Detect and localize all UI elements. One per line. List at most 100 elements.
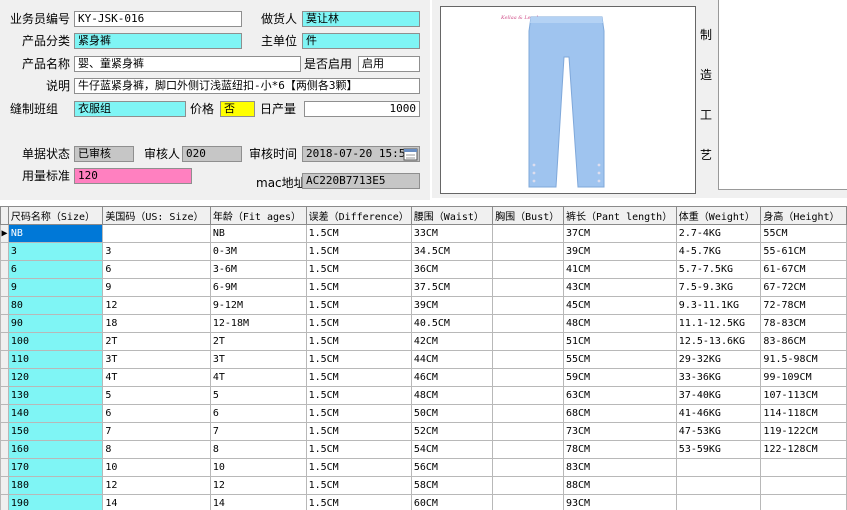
table-cell[interactable]: 120 bbox=[7, 368, 104, 387]
row-selector[interactable] bbox=[0, 242, 9, 261]
table-cell[interactable]: 63CM bbox=[562, 386, 677, 405]
price-field[interactable]: 否 bbox=[220, 101, 255, 117]
maker-field[interactable]: 莫让林 bbox=[302, 11, 420, 27]
table-cell[interactable] bbox=[492, 260, 564, 279]
size-grid[interactable]: 尺码名称（Size） 美国码（US: Size） 年龄（Fit ages） 误差… bbox=[0, 206, 847, 510]
table-cell[interactable]: 9.3-11.1KG bbox=[675, 296, 762, 315]
product-photo[interactable]: Kellaa & Leyah bbox=[440, 6, 696, 194]
table-row[interactable]: 80 12 9-12M 1.5CM 39CM 45CM 9.3-11.1KG 72-78CM bbox=[0, 296, 847, 315]
table-cell[interactable]: 33CM bbox=[410, 224, 494, 243]
table-cell[interactable]: 6 bbox=[102, 404, 211, 423]
row-selector[interactable] bbox=[0, 332, 9, 351]
row-selector[interactable] bbox=[0, 296, 9, 315]
table-cell[interactable]: 72-78CM bbox=[760, 296, 847, 315]
row-selector[interactable] bbox=[0, 368, 9, 387]
table-cell[interactable] bbox=[675, 476, 762, 495]
unit-field[interactable]: 件 bbox=[302, 33, 420, 49]
table-cell[interactable]: 11.1-12.5KG bbox=[675, 314, 762, 333]
table-cell[interactable]: 91.5-98CM bbox=[760, 350, 847, 369]
table-cell[interactable]: 52CM bbox=[410, 422, 494, 441]
table-cell[interactable]: 5.7-7.5KG bbox=[675, 260, 762, 279]
table-cell[interactable]: 10 bbox=[209, 458, 307, 477]
row-selector[interactable] bbox=[0, 458, 9, 477]
row-selector[interactable] bbox=[0, 404, 9, 423]
table-cell[interactable]: 39CM bbox=[562, 242, 677, 261]
table-cell[interactable] bbox=[492, 278, 564, 297]
table-cell[interactable]: 67-72CM bbox=[760, 278, 847, 297]
table-cell[interactable]: 59CM bbox=[562, 368, 677, 387]
enabled-field[interactable]: 启用 bbox=[358, 56, 420, 72]
table-cell[interactable]: 10 bbox=[102, 458, 211, 477]
table-cell[interactable]: 1.5CM bbox=[305, 494, 412, 510]
table-cell[interactable]: 6 bbox=[7, 260, 104, 279]
table-cell[interactable]: 83-86CM bbox=[760, 332, 847, 351]
table-cell[interactable]: 114-118CM bbox=[760, 404, 847, 423]
table-row[interactable]: 6 6 3-6M 1.5CM 36CM 41CM 5.7-7.5KG 61-67CM bbox=[0, 260, 847, 279]
table-cell[interactable]: 12 bbox=[102, 296, 211, 315]
table-cell[interactable]: 37CM bbox=[562, 224, 677, 243]
table-cell[interactable]: 8 bbox=[209, 440, 307, 459]
table-cell[interactable]: 50CM bbox=[410, 404, 494, 423]
calendar-icon[interactable] bbox=[403, 147, 418, 161]
table-cell[interactable]: 56CM bbox=[410, 458, 494, 477]
row-selector[interactable] bbox=[0, 314, 9, 333]
table-cell[interactable] bbox=[492, 494, 564, 510]
table-cell[interactable]: 43CM bbox=[562, 278, 677, 297]
table-cell[interactable]: 51CM bbox=[562, 332, 677, 351]
table-cell[interactable]: 1.5CM bbox=[305, 368, 412, 387]
table-cell[interactable]: 73CM bbox=[562, 422, 677, 441]
table-cell[interactable]: 34.5CM bbox=[410, 242, 494, 261]
table-cell[interactable]: 6 bbox=[209, 404, 307, 423]
table-cell[interactable]: 54CM bbox=[410, 440, 494, 459]
table-cell[interactable]: 5 bbox=[209, 386, 307, 405]
table-row[interactable]: 90 18 12-18M 1.5CM 40.5CM 48CM 11.1-12.5KG 78-8… bbox=[0, 314, 847, 333]
table-cell[interactable]: 1.5CM bbox=[305, 224, 412, 243]
table-cell[interactable]: 1.5CM bbox=[305, 332, 412, 351]
table-cell[interactable]: 44CM bbox=[410, 350, 494, 369]
table-cell[interactable]: 14 bbox=[209, 494, 307, 510]
table-cell[interactable]: 8 bbox=[102, 440, 211, 459]
table-cell[interactable]: 90 bbox=[7, 314, 104, 333]
row-selector[interactable] bbox=[0, 440, 9, 459]
table-cell[interactable] bbox=[492, 224, 564, 243]
table-cell[interactable]: 6 bbox=[102, 260, 211, 279]
table-cell[interactable]: 12-18M bbox=[209, 314, 307, 333]
table-row[interactable]: 100 2T 2T 1.5CM 42CM 51CM 12.5-13.6KG 83-86CM bbox=[0, 332, 847, 351]
table-cell[interactable] bbox=[492, 458, 564, 477]
current-row-marker[interactable]: ▶ bbox=[0, 224, 9, 243]
table-cell[interactable]: 39CM bbox=[410, 296, 494, 315]
table-row[interactable]: 9 9 6-9M 1.5CM 37.5CM 43CM 7.5-9.3KG 67-72CM bbox=[0, 278, 847, 297]
table-row[interactable]: 110 3T 3T 1.5CM 44CM 55CM 29-32KG 91.5-98CM bbox=[0, 350, 847, 369]
salesman-no-field[interactable]: KY-JSK-016 bbox=[74, 11, 242, 27]
table-cell[interactable]: 37.5CM bbox=[410, 278, 494, 297]
table-cell[interactable]: 68CM bbox=[562, 404, 677, 423]
table-cell[interactable] bbox=[492, 422, 564, 441]
table-cell[interactable]: 1.5CM bbox=[305, 476, 412, 495]
table-row[interactable]: 3 3 0-3M 1.5CM 34.5CM 39CM 4-5.7KG 55-61CM bbox=[0, 242, 847, 261]
table-cell[interactable]: 7.5-9.3KG bbox=[675, 278, 762, 297]
daily-output-field[interactable]: 1000 bbox=[304, 101, 420, 117]
table-cell[interactable]: 78-83CM bbox=[760, 314, 847, 333]
column-header[interactable]: 体重（Weight） bbox=[675, 206, 762, 225]
table-cell[interactable]: 3 bbox=[7, 242, 104, 261]
table-cell[interactable] bbox=[492, 242, 564, 261]
column-header[interactable]: 误差（Difference） bbox=[305, 206, 412, 225]
table-cell[interactable] bbox=[492, 350, 564, 369]
table-cell[interactable]: 3T bbox=[209, 350, 307, 369]
table-cell[interactable] bbox=[492, 296, 564, 315]
table-cell[interactable] bbox=[492, 332, 564, 351]
row-selector[interactable] bbox=[0, 350, 9, 369]
process-textbox[interactable] bbox=[718, 0, 847, 190]
table-cell[interactable]: 1.5CM bbox=[305, 386, 412, 405]
table-cell[interactable] bbox=[492, 314, 564, 333]
table-cell[interactable] bbox=[675, 494, 762, 510]
table-row[interactable]: 190 14 14 1.5CM 60CM 93CM bbox=[0, 494, 847, 510]
table-row[interactable]: ▶ NB NB 1.5CM 33CM 37CM 2.7-4KG 55CM bbox=[0, 224, 847, 243]
table-cell[interactable]: 55-61CM bbox=[760, 242, 847, 261]
table-cell[interactable]: 12 bbox=[102, 476, 211, 495]
table-cell[interactable]: 9 bbox=[102, 278, 211, 297]
table-row[interactable]: 160 8 8 1.5CM 54CM 78CM 53-59KG 122-128CM bbox=[0, 440, 847, 459]
table-cell[interactable]: 3-6M bbox=[209, 260, 307, 279]
category-field[interactable]: 紧身裤 bbox=[74, 33, 242, 49]
table-cell[interactable]: 140 bbox=[7, 404, 104, 423]
